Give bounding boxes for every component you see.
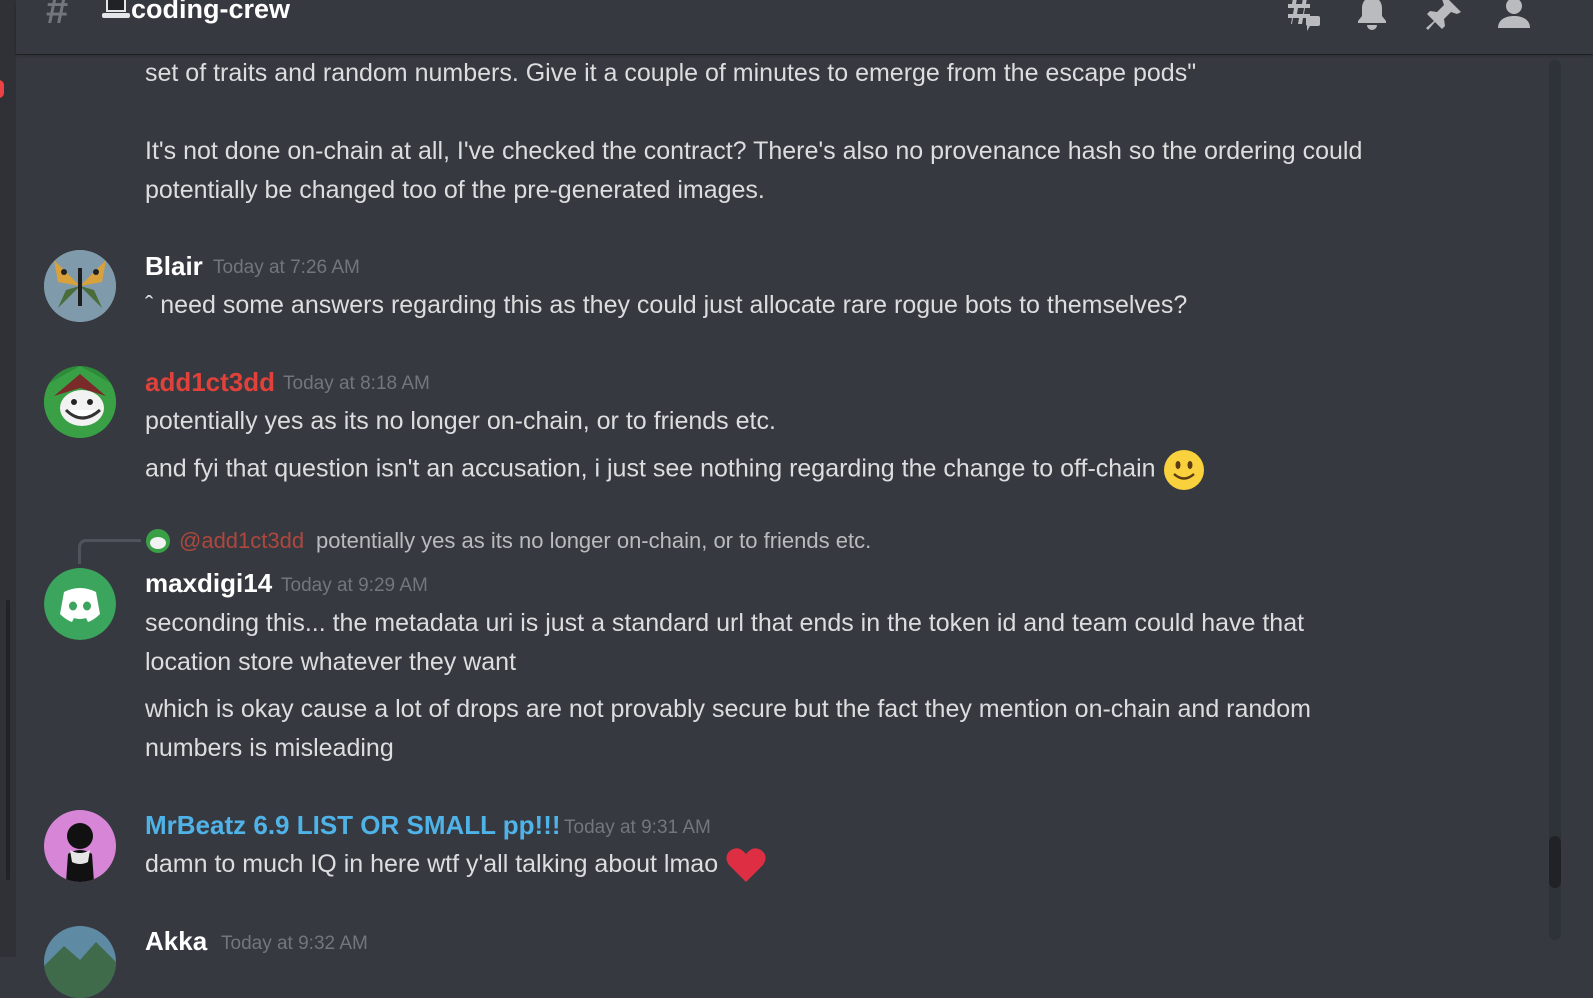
landscape-avatar-icon: [44, 926, 116, 998]
avatar[interactable]: [44, 926, 116, 998]
avatar[interactable]: [44, 250, 116, 322]
scrollbar-thumb[interactable]: [1549, 836, 1561, 888]
message-author[interactable]: Akka: [145, 926, 207, 957]
red-heart-emoji-icon: [726, 848, 766, 883]
message-text: numbers is misleading: [145, 734, 394, 762]
message-author[interactable]: MrBeatz 6.9 LIST OR SMALL pp!!!: [145, 810, 561, 841]
server-sidebar-edge: [0, 0, 16, 957]
avatar[interactable]: [44, 366, 116, 438]
message-text-content: and fyi that question isn't an accusatio…: [145, 454, 1156, 483]
message-author[interactable]: Blair: [145, 251, 203, 282]
reply-connector: [78, 539, 141, 564]
message-text: set of traits and random numbers. Give i…: [145, 59, 1197, 87]
silhouette-avatar-icon: [44, 810, 116, 882]
message-timestamp: Today at 8:18 AM: [283, 373, 430, 394]
channel-hash-icon: #: [46, 0, 69, 32]
discord-logo-icon: [44, 568, 116, 640]
reply-mention[interactable]: @add1ct3dd: [179, 528, 304, 554]
slight-smile-emoji-icon: [1163, 450, 1204, 490]
avatar[interactable]: [44, 568, 116, 640]
message-list: set of traits and random numbers. Give i…: [16, 54, 1546, 998]
reply-avatar[interactable]: [146, 529, 170, 553]
message-text: It's not done on-chain at all, I've chec…: [145, 137, 1363, 165]
message-timestamp: Today at 9:29 AM: [281, 575, 428, 596]
scrollbar-rail: [1549, 60, 1561, 940]
message-text: which is okay cause a lot of drops are n…: [145, 695, 1311, 723]
message-text: potentially be changed too of the pre-ge…: [145, 176, 765, 204]
reply-preview-text[interactable]: potentially yes as its no longer on-chai…: [316, 528, 871, 554]
message-text-content: damn to much IQ in here wtf y'all talkin…: [145, 850, 719, 878]
notification-pill: [0, 80, 4, 98]
butterfly-avatar-icon: [44, 250, 116, 322]
channel-name: coding-crew: [131, 0, 291, 24]
bell-icon[interactable]: [1352, 0, 1392, 34]
message-text: ˆ need some answers regarding this as th…: [145, 291, 1188, 319]
message-text: location store whatever they want: [145, 648, 517, 676]
message-text: potentially yes as its no longer on-chai…: [145, 407, 776, 435]
message-timestamp: Today at 7:26 AM: [213, 257, 360, 278]
avatar[interactable]: [44, 810, 116, 882]
message-scrollbar[interactable]: [1545, 56, 1565, 956]
message-text: and fyi that question isn't an accusatio…: [145, 449, 1205, 491]
message-text: seconding this... the metadata uri is ju…: [145, 609, 1305, 637]
member-list-icon[interactable]: [1494, 0, 1534, 34]
message-text: damn to much IQ in here wtf y'all talkin…: [145, 845, 767, 884]
message-author[interactable]: add1ct3dd: [145, 367, 275, 398]
trollface-avatar-icon: [146, 529, 170, 553]
sidebar-scrollbar[interactable]: [6, 600, 10, 880]
laptop-emoji-icon: [102, 0, 130, 18]
channel-header: # coding-crew: [16, 0, 1593, 54]
message-timestamp: Today at 9:32 AM: [221, 933, 368, 954]
trollface-avatar-icon: [44, 366, 116, 438]
message-author[interactable]: maxdigi14: [145, 568, 272, 599]
message-timestamp: Today at 9:31 AM: [564, 817, 711, 838]
pin-icon[interactable]: [1424, 0, 1464, 34]
threads-icon[interactable]: [1282, 0, 1322, 34]
